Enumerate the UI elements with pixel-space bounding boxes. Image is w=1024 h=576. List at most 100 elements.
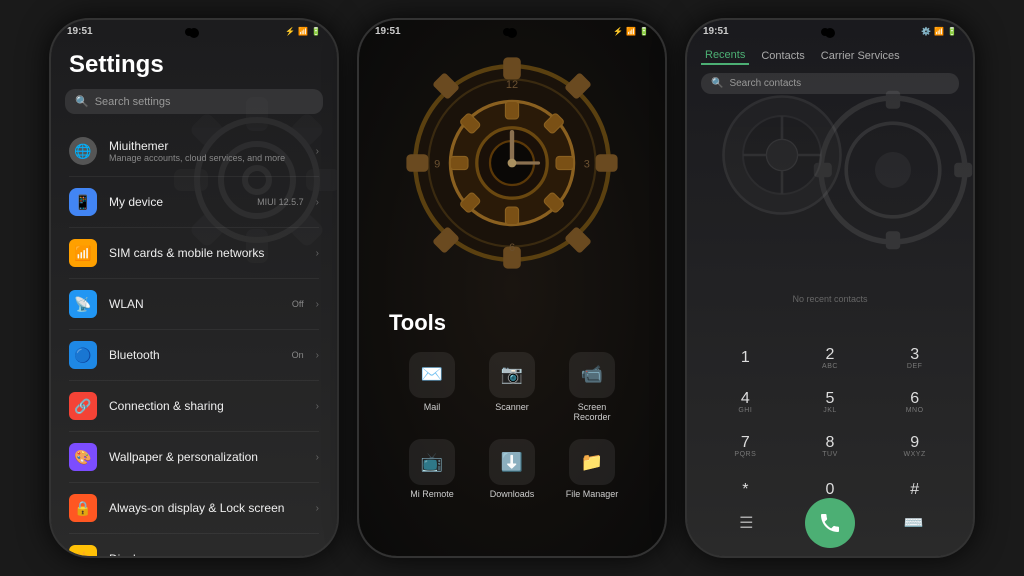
phone-settings: 19:51 ⚡ 📶 🔋 Settings 🔍 Search settings 🌐… xyxy=(49,18,339,558)
bluetooth-icon: ⚡ xyxy=(285,27,295,36)
numpad-row-2: 4 GHI 5 JKL 6 MNO xyxy=(703,384,957,420)
tab-contacts[interactable]: Contacts xyxy=(757,48,808,64)
numpad-row-1: 1 2 ABC 3 DEF xyxy=(703,340,957,376)
downloads-label: Downloads xyxy=(490,489,535,500)
tools-gear-image: 12 3 6 9 xyxy=(402,53,622,273)
scanner-label: Scanner xyxy=(495,402,529,413)
app-item-scanner[interactable]: 📷 Scanner xyxy=(482,352,542,424)
app-item-downloads[interactable]: ⬇️ Downloads xyxy=(482,439,542,500)
dialer-screen: 19:51 ⚙️ 📶 🔋 Recents Contacts Carrier Se… xyxy=(687,20,973,556)
settings-item-sim[interactable]: 📶 SIM cards & mobile networks › xyxy=(51,230,337,276)
wlan-status: Off xyxy=(292,299,304,309)
app-grid: ✉️ Mail 📷 Scanner 📹 Screen Recorder 📺 Mi… xyxy=(359,352,665,516)
svg-text:3: 3 xyxy=(584,158,590,170)
wallpaper-text: Wallpaper & personalization xyxy=(109,450,304,464)
status-time: 19:51 xyxy=(703,26,729,37)
tab-recents[interactable]: Recents xyxy=(701,47,749,65)
app-item-file-manager[interactable]: 📁 File Manager xyxy=(562,439,622,500)
key-6-num: 6 xyxy=(910,391,919,407)
search-placeholder: Search contacts xyxy=(729,78,801,89)
sim-title: SIM cards & mobile networks xyxy=(109,246,304,260)
file-manager-label: File Manager xyxy=(566,489,619,500)
phone-dialer: 19:51 ⚙️ 📶 🔋 Recents Contacts Carrier Se… xyxy=(685,18,975,558)
key-6[interactable]: 6 MNO xyxy=(890,384,940,420)
key-9[interactable]: 9 WXYZ xyxy=(890,428,940,464)
no-contacts-label: No recent contacts xyxy=(687,294,973,304)
chevron-icon: › xyxy=(316,503,319,514)
app-row-1: ✉️ Mail 📷 Scanner 📹 Screen Recorder xyxy=(369,352,655,424)
mail-label: Mail xyxy=(424,402,441,413)
mi-remote-icon: 📺 xyxy=(409,439,455,485)
bluetooth-title: Bluetooth xyxy=(109,348,280,362)
call-button[interactable] xyxy=(805,498,855,548)
divider xyxy=(69,482,319,483)
wlan-text: WLAN xyxy=(109,297,280,311)
key-5-num: 5 xyxy=(826,391,835,407)
key-1[interactable]: 1 xyxy=(720,340,770,376)
key-6-letters: MNO xyxy=(906,407,924,414)
screen-recorder-icon: 📹 xyxy=(569,352,615,398)
settings-item-wallpaper[interactable]: 🎨 Wallpaper & personalization › xyxy=(51,434,337,480)
connection-icon: 🔗 xyxy=(69,392,97,420)
key-8-num: 8 xyxy=(826,435,835,451)
dialer-bottom-bar: ☰ ⌨️ xyxy=(687,498,973,548)
mail-icon: ✉️ xyxy=(409,352,455,398)
bluetooth-text: Bluetooth xyxy=(109,348,280,362)
status-icons: ⚙️ 📶 🔋 xyxy=(921,27,957,36)
settings-item-wlan[interactable]: 📡 WLAN Off › xyxy=(51,281,337,327)
settings-item-connection[interactable]: 🔗 Connection & sharing › xyxy=(51,383,337,429)
lockscreen-title: Always-on display & Lock screen xyxy=(109,501,304,515)
key-3[interactable]: 3 DEF xyxy=(890,340,940,376)
key-4-num: 4 xyxy=(741,391,750,407)
mi-remote-label: Mi Remote xyxy=(410,489,454,500)
key-3-num: 3 xyxy=(910,347,919,363)
wallpaper-title: Wallpaper & personalization xyxy=(109,450,304,464)
key-4-letters: GHI xyxy=(738,407,752,414)
tools-title: Tools xyxy=(389,310,446,336)
miuithemer-text: Miuithemer Manage accounts, cloud servic… xyxy=(109,139,304,163)
key-4[interactable]: 4 GHI xyxy=(720,384,770,420)
menu-button[interactable]: ☰ xyxy=(726,503,766,543)
key-2[interactable]: 2 ABC xyxy=(805,340,855,376)
key-5[interactable]: 5 JKL xyxy=(805,384,855,420)
status-time: 19:51 xyxy=(67,26,93,37)
connection-text: Connection & sharing xyxy=(109,399,304,413)
settings-item-miuithemer[interactable]: 🌐 Miuithemer Manage accounts, cloud serv… xyxy=(51,128,337,174)
app-item-mail[interactable]: ✉️ Mail xyxy=(402,352,462,424)
miuithemer-sub: Manage accounts, cloud services, and mor… xyxy=(109,153,304,163)
dialpad-button[interactable]: ⌨️ xyxy=(894,503,934,543)
numpad: 1 2 ABC 3 DEF 4 GHI 5 JKL xyxy=(687,340,973,516)
settings-item-bluetooth[interactable]: 🔵 Bluetooth On › xyxy=(51,332,337,378)
key-3-letters: DEF xyxy=(907,363,923,370)
tab-carrier-services[interactable]: Carrier Services xyxy=(817,48,904,64)
settings-item-lockscreen[interactable]: 🔒 Always-on display & Lock screen › xyxy=(51,485,337,531)
phone-tools: 19:51 ⚡ 📶 🔋 xyxy=(357,18,667,558)
battery-icon: 🔋 xyxy=(639,27,649,36)
settings-item-mydevice[interactable]: 📱 My device MIUI 12.5.7 › xyxy=(51,179,337,225)
divider xyxy=(69,329,319,330)
app-item-mi-remote[interactable]: 📺 Mi Remote xyxy=(402,439,462,500)
chevron-icon: › xyxy=(316,146,319,157)
call-icon xyxy=(818,511,842,535)
screen-recorder-label: Screen Recorder xyxy=(562,402,622,424)
lockscreen-text: Always-on display & Lock screen xyxy=(109,501,304,515)
app-item-screen-recorder[interactable]: 📹 Screen Recorder xyxy=(562,352,622,424)
bluetooth-status: On xyxy=(292,350,304,360)
key-8[interactable]: 8 TUV xyxy=(805,428,855,464)
numpad-row-3: 7 PQRS 8 TUV 9 WXYZ xyxy=(703,428,957,464)
settings-item-display[interactable]: ☀️ Display › xyxy=(51,536,337,556)
divider xyxy=(69,533,319,534)
status-icons: ⚡ 📶 🔋 xyxy=(613,27,649,36)
key-7[interactable]: 7 PQRS xyxy=(720,428,770,464)
key-8-letters: TUV xyxy=(822,451,838,458)
key-5-letters: JKL xyxy=(823,407,837,414)
miuithemer-icon: 🌐 xyxy=(69,137,97,165)
dialer-tabs: Recents Contacts Carrier Services xyxy=(687,43,973,69)
key-hash-num: # xyxy=(910,482,919,498)
front-camera xyxy=(189,28,199,38)
wlan-title: WLAN xyxy=(109,297,280,311)
chevron-icon: › xyxy=(316,248,319,259)
divider xyxy=(69,380,319,381)
gear-icon[interactable]: ⚙️ xyxy=(921,27,931,36)
bluetooth-icon: ⚡ xyxy=(613,27,623,36)
